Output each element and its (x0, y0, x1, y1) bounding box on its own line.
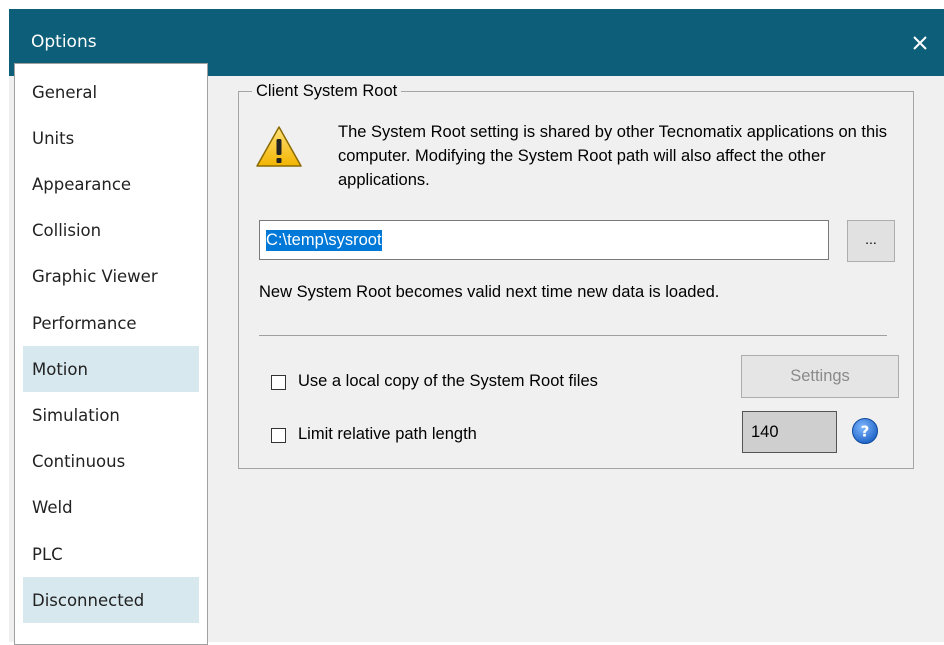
nav-item-continuous[interactable]: Continuous (23, 439, 199, 485)
options-category-list: General Units Appearance Collision Graphic V… (14, 63, 208, 645)
svg-text:?: ? (861, 423, 870, 441)
nav-item-plc[interactable]: PLC (23, 531, 199, 577)
path-length-field[interactable]: 140 (742, 411, 837, 453)
nav-item-performance[interactable]: Performance (23, 300, 199, 346)
nav-item-simulation[interactable]: Simulation (23, 392, 199, 438)
nav-item-general[interactable]: General (23, 69, 199, 115)
nav-item-weld[interactable]: Weld (23, 485, 199, 531)
limit-path-checkbox[interactable] (271, 428, 286, 443)
window-title: Options (31, 32, 97, 52)
valid-next-load-note: New System Root becomes valid next time … (259, 283, 720, 301)
shared-root-warning-text: The System Root setting is shared by oth… (338, 123, 888, 189)
nav-item-graphic-viewer[interactable]: Graphic Viewer (23, 254, 199, 300)
nav-item-disconnected[interactable]: Disconnected (23, 577, 199, 624)
path-value: C:\temp\sysroot (266, 229, 382, 251)
nav-item-motion[interactable]: Motion (23, 346, 199, 393)
local-copy-label[interactable]: Use a local copy of the System Root file… (298, 372, 598, 391)
nav-item-units[interactable]: Units (23, 115, 199, 161)
warning-icon (256, 126, 302, 167)
system-root-path-input[interactable]: C:\temp\sysroot (259, 220, 829, 260)
help-icon[interactable]: ? (851, 417, 879, 445)
limit-path-label[interactable]: Limit relative path length (298, 425, 477, 444)
group-title: Client System Root (252, 82, 402, 101)
separator (259, 335, 887, 336)
local-copy-checkbox[interactable] (271, 375, 286, 390)
close-button[interactable] (896, 9, 944, 76)
nav-item-appearance[interactable]: Appearance (23, 161, 199, 207)
close-icon (913, 35, 927, 50)
nav-item-collision[interactable]: Collision (23, 208, 199, 254)
settings-button[interactable]: Settings (741, 355, 899, 398)
browse-button[interactable]: ... (847, 220, 895, 262)
